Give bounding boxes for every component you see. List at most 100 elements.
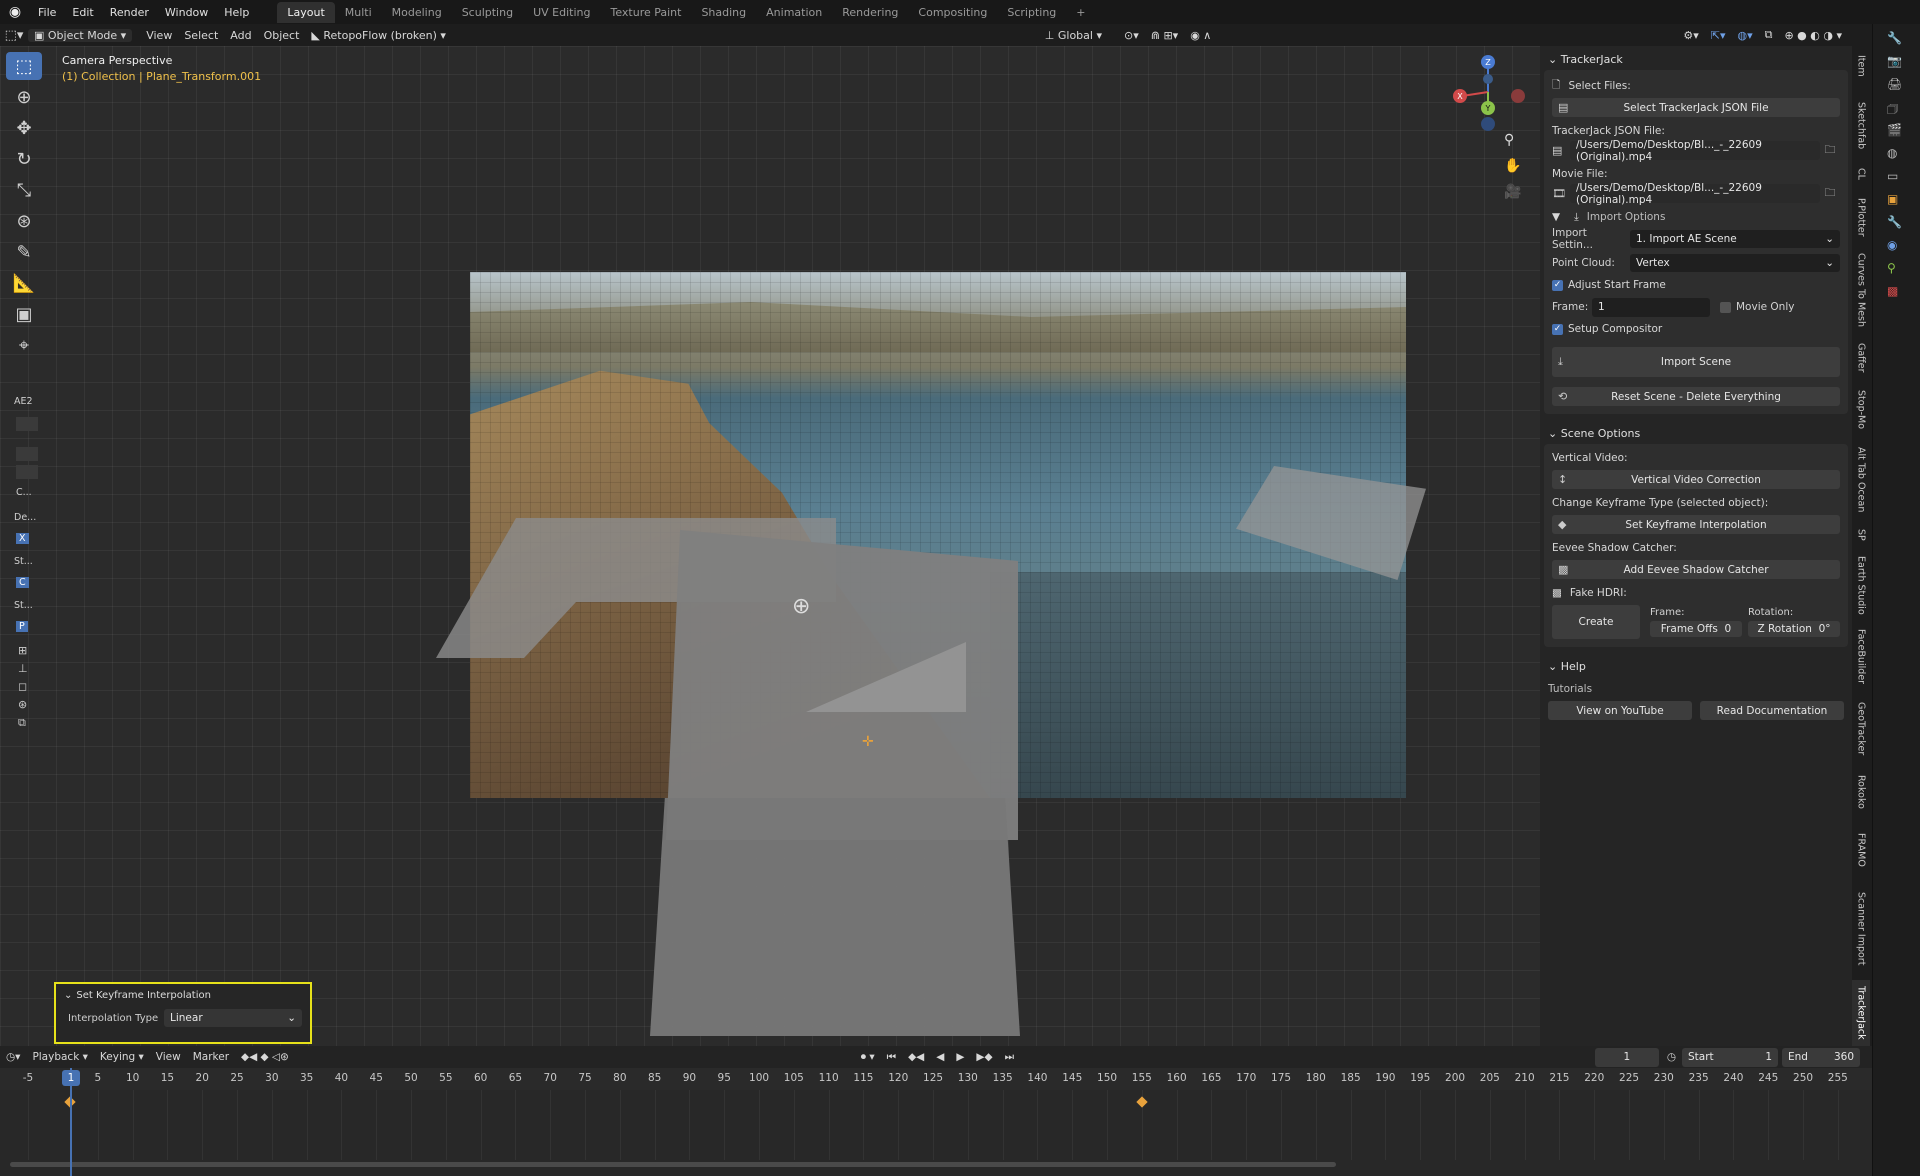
ae2-item-c2[interactable]: C [16, 577, 44, 588]
add-workspace-button[interactable]: + [1066, 2, 1095, 23]
lower-plane[interactable] [650, 798, 1020, 1036]
select-json-button[interactable]: ▤ Select TrackerJack JSON File [1552, 98, 1840, 117]
camera-view-icon[interactable]: 🎥 [1504, 184, 1521, 200]
vertical-video-button[interactable]: ↕ Vertical Video Correction [1552, 470, 1840, 489]
ae2-item-x[interactable]: X [16, 533, 44, 544]
tracking-icon[interactable]: ⌖ [6, 331, 42, 359]
interp-type-dropdown[interactable]: Linear ⌄ [164, 1009, 302, 1027]
mode-dropdown[interactable]: ▣ Object Mode ▾ [28, 28, 133, 42]
tab-alt-tab-ocean[interactable]: Alt Tab Ocean [1852, 442, 1870, 518]
tab-stop-mo[interactable]: Stop-Mo [1852, 384, 1870, 436]
timeline-editor-icon[interactable]: ◷▾ [0, 1051, 26, 1063]
tab-rendering[interactable]: Rendering [832, 2, 908, 23]
tab-item[interactable]: Item [1852, 46, 1870, 86]
frame-offset-input[interactable]: Frame Offs 0 [1650, 621, 1742, 637]
tab-facebuilder[interactable]: FaceBuilder [1852, 624, 1870, 690]
navigation-gizmo[interactable]: Z X Y [1452, 52, 1532, 132]
tab-curves-to-mesh[interactable]: Curves To Mesh [1852, 248, 1870, 332]
tab-scanner-import[interactable]: Scanner Import [1852, 884, 1870, 974]
object-menu[interactable]: Object [258, 29, 306, 42]
tab-geotracker[interactable]: GeoTracker [1852, 696, 1870, 762]
youtube-button[interactable]: View on YouTube [1548, 701, 1692, 720]
blender-logo-icon[interactable]: ◉ [0, 5, 30, 19]
keying-menu[interactable]: Keying ▾ [94, 1051, 150, 1063]
operator-panel-header[interactable]: ⌄ Set Keyframe Interpolation [56, 984, 310, 1006]
rotate-icon[interactable]: ↻ [6, 145, 42, 173]
retopoflow-menu[interactable]: ◣ RetopoFlow (broken) ▾ [305, 29, 452, 42]
z-rotation-input[interactable]: Z Rotation 0° [1748, 621, 1840, 637]
editor-type-icon[interactable]: ⬚▾ [0, 29, 28, 42]
tool-settings-icon[interactable]: 🔧 [1887, 31, 1903, 47]
import-setting-dropdown[interactable]: 1. Import AE Scene ⌄ [1630, 230, 1840, 248]
play-reverse-icon[interactable]: ◀ [930, 1051, 950, 1063]
tab-sculpting[interactable]: Sculpting [452, 2, 523, 23]
keyframe-type-icons[interactable]: ◆◀ ◆ ◁⊛ [235, 1051, 295, 1063]
world-icon[interactable]: ◍ [1887, 146, 1903, 162]
view-menu[interactable]: View [150, 1051, 187, 1063]
menu-edit[interactable]: Edit [64, 6, 101, 19]
scale-icon[interactable]: ⤡ [6, 176, 42, 204]
start-frame-input[interactable]: Start 1 [1682, 1047, 1778, 1067]
point-cloud-dropdown[interactable]: Vertex ⌄ [1630, 254, 1840, 272]
overlay-icon[interactable]: ◍▾ [1731, 29, 1758, 42]
collapse-chevron-icon[interactable]: ⌄ [64, 990, 72, 1001]
view-layer-icon[interactable]: 🗇 [1887, 100, 1903, 116]
tab-modeling[interactable]: Modeling [382, 2, 452, 23]
render-icon[interactable]: 📷 [1887, 54, 1903, 70]
tab-framo[interactable]: FRAMO [1852, 822, 1870, 878]
tab-rokoko[interactable]: Rokoko [1852, 768, 1870, 816]
select-box-icon[interactable]: ⬚ [6, 52, 42, 80]
tab-texture-paint[interactable]: Texture Paint [600, 2, 691, 23]
menu-render[interactable]: Render [102, 6, 157, 19]
import-options-toggle[interactable]: ▼ ⤓ Import Options [1552, 207, 1840, 227]
timeline-ruler[interactable]: -515101520253035404550556065707580859095… [0, 1068, 1872, 1090]
adjust-start-checkbox[interactable]: ✓ Adjust Start Frame [1552, 275, 1840, 295]
modifier-icon[interactable]: 🔧 [1887, 215, 1903, 231]
playback-menu[interactable]: Playback ▾ [26, 1051, 93, 1063]
shadow-catcher-button[interactable]: ▩ Add Eevee Shadow Catcher [1552, 560, 1840, 579]
select-menu[interactable]: Select [178, 29, 224, 42]
jump-start-icon[interactable]: ⏮ [881, 1051, 902, 1064]
constraints-icon[interactable]: ⚲ [1887, 261, 1903, 277]
timeline-scrollbar[interactable] [10, 1162, 1336, 1167]
prev-keyframe-icon[interactable]: ◆◀ [902, 1051, 930, 1063]
orientation-dropdown[interactable]: ⊥ Global ▾ [1039, 29, 1108, 42]
set-interpolation-button[interactable]: ◆ Set Keyframe Interpolation [1552, 515, 1840, 534]
tab-multi[interactable]: Multi [335, 2, 382, 23]
timeline-body[interactable] [0, 1090, 1872, 1176]
folder-icon[interactable]: 🗀 [1820, 184, 1840, 203]
move-icon[interactable]: ✥ [6, 114, 42, 142]
tab-shading[interactable]: Shading [691, 2, 756, 23]
current-frame-input[interactable]: 1 [1594, 1047, 1659, 1067]
tab-sketchfab[interactable]: Sketchfab [1852, 96, 1870, 156]
proportional-edit-icon[interactable]: ◉ ∧ [1184, 29, 1217, 42]
view-menu[interactable]: View [140, 29, 178, 42]
documentation-button[interactable]: Read Documentation [1700, 701, 1844, 720]
movie-only-checkbox[interactable] [1720, 301, 1731, 313]
annotate-icon[interactable]: ✎ [6, 238, 42, 266]
tab-uv-editing[interactable]: UV Editing [523, 2, 600, 23]
setup-compositor-checkbox[interactable]: ✓ Setup Compositor [1552, 319, 1840, 339]
tab-compositing[interactable]: Compositing [908, 2, 997, 23]
trackerjack-header[interactable]: ⌄ TrackerJack [1540, 48, 1852, 70]
pan-hand-icon[interactable]: ✋ [1504, 158, 1521, 174]
snap-icon[interactable]: ⋒ ⊞▾ [1145, 29, 1184, 42]
menu-help[interactable]: Help [216, 6, 257, 19]
tab-cl[interactable]: CL [1852, 162, 1870, 186]
3d-cursor-icon[interactable]: ⊕ [792, 594, 810, 619]
tab-layout[interactable]: Layout [277, 1, 335, 23]
frame-input[interactable]: 1 [1592, 297, 1710, 317]
ae2-item-p[interactable]: P [16, 621, 44, 632]
record-icon[interactable]: ⏺ ▾ [855, 1051, 881, 1064]
folder-icon[interactable]: 🗀 [1820, 141, 1840, 160]
physics-icon[interactable]: ◉ [1887, 238, 1903, 254]
ae2-slot-2[interactable] [16, 447, 38, 461]
zoom-icon[interactable]: ⚲ [1504, 132, 1514, 148]
tab-scripting[interactable]: Scripting [997, 2, 1066, 23]
marker-menu[interactable]: Marker [187, 1051, 235, 1063]
collection-icon[interactable]: ▭ [1887, 169, 1903, 185]
scene-options-header[interactable]: ⌄ Scene Options [1540, 422, 1852, 444]
object-icon[interactable]: ▣ [1887, 192, 1903, 208]
ae2-slot-3[interactable] [16, 465, 38, 479]
gizmo-icon[interactable]: ⇱▾ [1705, 29, 1732, 42]
